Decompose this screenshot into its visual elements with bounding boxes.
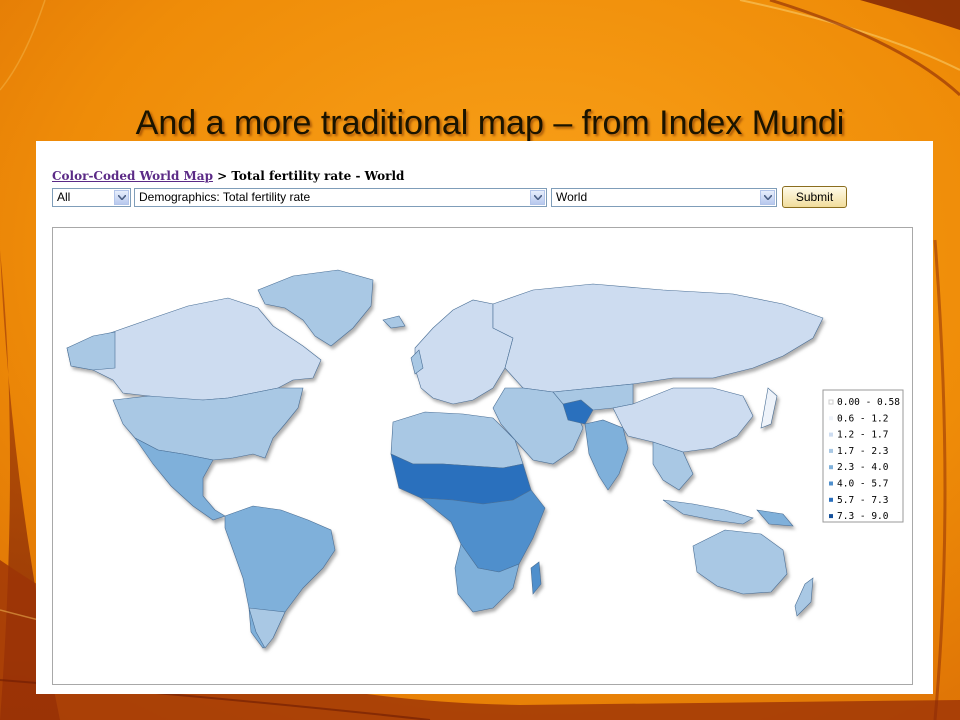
breadcrumb-link-world-map[interactable]: Color-Coded World Map [52, 169, 213, 183]
map-indonesia [662, 499, 754, 525]
legend-swatch [829, 432, 833, 437]
map-new-zealand [794, 577, 814, 617]
region-select[interactable]: All [52, 188, 131, 207]
legend-label: 1.2 - 1.7 [837, 430, 888, 441]
legend-label: 4.0 - 5.7 [837, 479, 888, 490]
legend-label: 0.6 - 1.2 [837, 413, 888, 424]
map-iceland-uk [382, 315, 424, 375]
legend-label: 7.3 - 9.0 [837, 511, 889, 522]
legend-swatch [829, 497, 833, 502]
map-south-america [224, 505, 336, 649]
map-china [612, 387, 754, 453]
breadcrumb: Color-Coded World Map > Total fertility … [52, 169, 404, 183]
legend-swatch [829, 481, 833, 486]
legend-label: 1.7 - 2.3 [837, 446, 888, 457]
indicator-select-value: Demographics: Total fertility rate [139, 190, 311, 204]
scope-select-value: World [556, 190, 588, 204]
legend-swatch [829, 514, 833, 519]
legend-label: 5.7 - 7.3 [837, 495, 888, 506]
map-australia [692, 529, 788, 595]
slide-title: And a more traditional map – from Index … [135, 104, 845, 142]
dropdown-arrow-icon[interactable] [760, 190, 775, 205]
dropdown-arrow-icon[interactable] [530, 190, 545, 205]
index-mundi-screenshot: Color-Coded World Map > Total fertility … [36, 141, 933, 694]
map-russia [492, 283, 824, 393]
breadcrumb-current: > Total fertility rate - World [212, 169, 405, 183]
map-india [584, 419, 629, 491]
world-map-frame: 0.00 - 0.58 0.6 - 1.2 1.2 - 1.7 1.7 - 2.3 2.… [52, 227, 913, 685]
map-japan [760, 387, 778, 429]
indicator-select[interactable]: Demographics: Total fertility rate [134, 188, 547, 207]
legend-label: 2.3 - 4.0 [837, 462, 889, 473]
map-madagascar [530, 561, 542, 595]
region-select-value: All [57, 190, 71, 204]
submit-button[interactable]: Submit [782, 186, 847, 208]
map-alaska [66, 331, 116, 371]
legend-swatch [828, 399, 834, 405]
legend-swatch [829, 448, 833, 453]
dropdown-arrow-icon[interactable] [114, 190, 129, 205]
world-map: 0.00 - 0.58 0.6 - 1.2 1.2 - 1.7 1.7 - 2.3 2.… [66, 269, 904, 649]
legend-swatch [829, 465, 833, 470]
legend-label: 0.00 - 0.58 [837, 397, 900, 408]
legend-swatch [829, 416, 833, 421]
scope-select[interactable]: World [551, 188, 777, 207]
map-papua [756, 509, 794, 527]
